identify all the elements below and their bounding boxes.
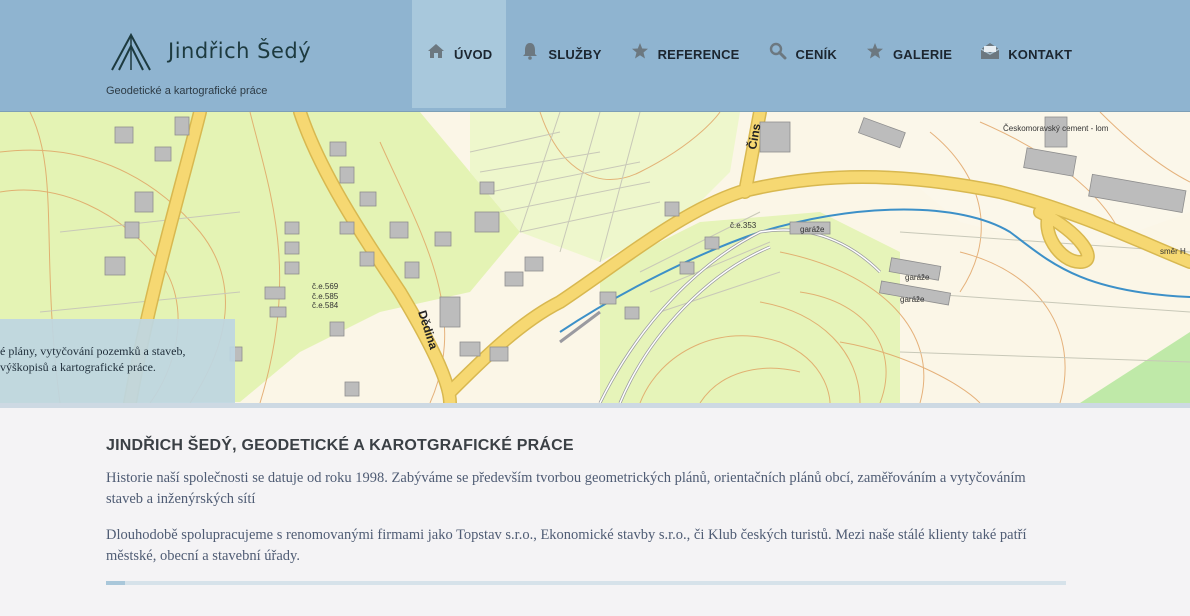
logo-mountain-icon — [111, 32, 151, 71]
main-content: JINDŘICH ŠEDÝ, GEODETICKÉ A KAROTGRAFICK… — [106, 437, 1066, 564]
nav-label: ÚVOD — [454, 46, 493, 62]
map-label-cement: Českomoravský cement - lom — [1003, 124, 1109, 133]
site-header: Jindřich Šedý Geodetické a kartografické… — [0, 0, 1190, 112]
nav-label: SLUŽBY — [548, 46, 602, 62]
page-title: JINDŘICH ŠEDÝ, GEODETICKÉ A KAROTGRAFICK… — [106, 437, 574, 454]
map-label-garaze-1: garáže — [800, 225, 825, 234]
nav-label: CENÍK — [795, 46, 837, 62]
star-icon — [630, 41, 650, 61]
nav-item-uvod[interactable]: ÚVOD — [412, 0, 507, 108]
slider-progress-bar — [106, 581, 1066, 585]
hero-bottom-border — [0, 403, 1190, 408]
map-label-garaze-2: garáže — [905, 273, 930, 282]
home-icon — [426, 41, 446, 61]
nav-item-kontakt[interactable]: KONTAKT — [966, 0, 1086, 108]
nav-item-galerie[interactable]: GALERIE — [851, 0, 966, 108]
logo-text: Jindřich Šedý — [168, 39, 312, 63]
bell-icon — [520, 41, 540, 61]
nav-label: REFERENCE — [657, 46, 740, 62]
slider-progress-fill — [106, 581, 126, 585]
nav-item-reference[interactable]: REFERENCE — [616, 0, 754, 108]
map-label-ce353: č.e.353 — [730, 221, 757, 230]
nav-item-sluzby[interactable]: SLUŽBY — [506, 0, 615, 108]
intro-paragraph: Historie naší společnosti se datuje od r… — [106, 470, 1026, 507]
map-label-smer: směr H — [1160, 247, 1186, 256]
map-label-ce569: č.e.569 — [312, 282, 339, 291]
nav-label: KONTAKT — [1008, 46, 1073, 62]
nav-label: GALERIE — [893, 46, 953, 62]
hero-caption-line-1: é plány, vytyčování pozemků a staveb, — [0, 344, 186, 358]
map-label-ce585: č.e.585 — [312, 292, 339, 301]
search-icon — [768, 41, 788, 61]
nav-item-cenik[interactable]: CENÍK — [754, 0, 851, 108]
map-label-garaze-3: garáže — [900, 295, 925, 304]
tagline: Geodetické a kartografické práce — [106, 85, 268, 97]
map-label-ce584: č.e.584 — [312, 301, 339, 310]
envelope-icon — [980, 41, 1000, 61]
main-nav: ÚVOD SLUŽBY REFERENCE CENÍK GALERIE KONT… — [412, 0, 1086, 108]
hero-caption: é plány, vytyčování pozemků a staveb, vý… — [0, 319, 235, 403]
hero-slider[interactable]: Českomoravský cement - lom směr H garáže… — [0, 112, 1190, 403]
star-icon — [865, 41, 885, 61]
hero-caption-line-2: výškopisů a kartografické práce. — [0, 360, 156, 374]
clients-paragraph: Dlouhodobě spolupracujeme s renomovanými… — [106, 527, 1027, 564]
logo[interactable]: Jindřich Šedý — [106, 30, 316, 74]
